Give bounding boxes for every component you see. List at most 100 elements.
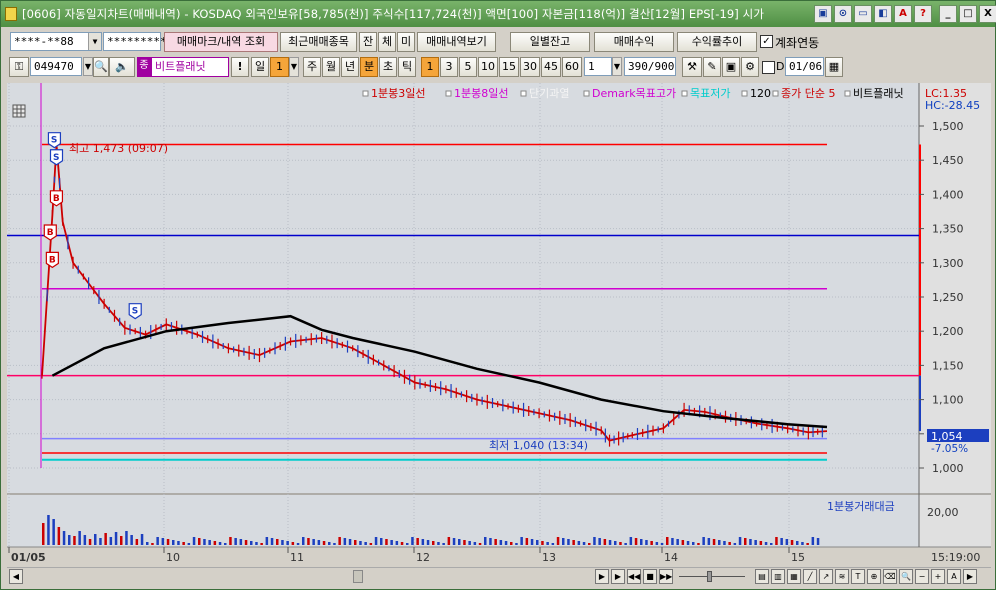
price-chart[interactable]: SSBBBS 1,5001,4501,4001,3501,3001,2501,2… [7, 83, 991, 567]
period-week[interactable]: 주 [303, 57, 321, 77]
window-icon[interactable]: ▭ [854, 5, 872, 23]
interval-30[interactable]: 30 [520, 57, 540, 77]
period-second[interactable]: 초 [379, 57, 397, 77]
search-icon[interactable]: 🔍 [93, 57, 109, 77]
stock-code-dropdown[interactable]: ▼ [83, 57, 93, 76]
speaker-icon[interactable]: 🔈 [109, 57, 135, 77]
line-icon[interactable]: ╱ [803, 569, 817, 584]
unfilled-button[interactable]: 미 [397, 32, 415, 52]
interval-1[interactable]: 1 [421, 57, 439, 77]
magnify-icon[interactable]: 🔍 [899, 569, 913, 584]
grid-toggle-icon[interactable] [12, 104, 26, 118]
interval-60[interactable]: 60 [562, 57, 582, 77]
volume-bar [291, 542, 295, 545]
period-value[interactable]: 1 [270, 57, 289, 77]
font-icon[interactable]: A [894, 5, 912, 23]
volume-bar [88, 539, 92, 545]
chart-panel[interactable]: SSBBBS 1,500 1,450 1,400 1,350 1,300 1,250 1,2… [7, 83, 991, 567]
trend-icon[interactable]: ↗ [819, 569, 833, 584]
period-month[interactable]: 월 [322, 57, 340, 77]
play-icon[interactable]: ▶ [611, 569, 625, 584]
zoom-in-icon[interactable]: + [931, 569, 945, 584]
stock-code-input[interactable]: 049470 [30, 57, 82, 76]
volume-bar [255, 542, 258, 545]
gear-icon[interactable]: ⚙ [741, 57, 759, 77]
help-icon[interactable]: ? [914, 5, 932, 23]
volume-bar [676, 539, 679, 545]
balance-button[interactable]: 잔 [359, 32, 377, 52]
speed-slider-track[interactable] [679, 576, 745, 577]
volume-bar [525, 538, 529, 545]
fib-icon[interactable]: ≋ [835, 569, 849, 584]
volume-bar [551, 543, 555, 545]
period-minute[interactable]: 분 [360, 57, 378, 77]
date-input[interactable]: 01/06 [785, 57, 824, 76]
x-tick-label: 13 [542, 551, 556, 564]
rewind-icon[interactable]: ◀◀ [627, 569, 641, 584]
trade-profit-button[interactable]: 매매수익 [594, 32, 674, 52]
lock-icon[interactable]: ⚿ [9, 57, 29, 77]
trade-mark-query-button[interactable]: 매매마크/내역 조회 [164, 32, 278, 52]
volume-bar [775, 537, 778, 545]
volume-bar [437, 542, 440, 545]
interval-10[interactable]: 10 [478, 57, 498, 77]
volume-bar [78, 531, 81, 545]
compare-icon[interactable]: ▥ [771, 569, 785, 584]
period-year[interactable]: 년 [341, 57, 359, 77]
close-button[interactable]: X [979, 5, 996, 23]
executed-button[interactable]: 체 [378, 32, 396, 52]
trade-mark-label: S [51, 136, 57, 146]
forward-icon[interactable]: ▶▶ [659, 569, 673, 584]
scroll-end-icon[interactable]: ▶ [963, 569, 977, 584]
scroll-thumb[interactable] [353, 570, 363, 583]
eraser-icon[interactable]: ⌫ [883, 569, 897, 584]
volume-bar [52, 519, 55, 545]
stop-icon[interactable]: ■ [643, 569, 657, 584]
password-field[interactable]: ********* [103, 32, 167, 51]
view-count-field[interactable]: 390/900 [624, 57, 676, 76]
profit-trend-button[interactable]: 수익률추이 [677, 32, 757, 52]
interval-15[interactable]: 15 [499, 57, 519, 77]
volume-bar [504, 541, 508, 545]
scroll-right-icon[interactable]: ▶ [595, 569, 609, 584]
speed-slider-thumb[interactable] [707, 571, 712, 582]
chart-type-icon[interactable]: ▤ [755, 569, 769, 584]
account-link-checkbox[interactable]: ✓ [760, 35, 773, 48]
link-icon[interactable]: ⊙ [834, 5, 852, 23]
minimize-button[interactable]: _ [939, 5, 957, 23]
daily-balance-button[interactable]: 일별잔고 [510, 32, 590, 52]
stock-name-field[interactable]: 비트플래닛 [151, 57, 229, 77]
volume-bar [588, 543, 591, 545]
maximize-button[interactable]: □ [959, 5, 977, 23]
scroll-left-icon[interactable]: ◀ [9, 569, 23, 584]
period-dropdown[interactable]: ▼ [289, 57, 299, 77]
zoom-icon[interactable]: ⊕ [867, 569, 881, 584]
recent-trades-button[interactable]: 최근매매종목 [280, 32, 357, 52]
count-dropdown[interactable]: ▼ [612, 57, 622, 76]
count-input[interactable]: 1 [584, 57, 612, 76]
trade-history-button[interactable]: 매매내역보기 [417, 32, 496, 52]
screen-icon[interactable]: ▣ [814, 5, 832, 23]
volume-bar [796, 541, 799, 545]
indicator-icon[interactable]: ▦ [787, 569, 801, 584]
text-tool-icon[interactable]: T [851, 569, 865, 584]
date-checkbox[interactable] [762, 61, 775, 74]
font-size-icon[interactable]: A [947, 569, 961, 584]
chart-scrollbar[interactable]: ◀ ▶ ▶ ◀◀ ■ ▶▶ ▤ ▥ ▦ ╱ ↗ ≋ T ⊕ ⌫ 🔍 − + A … [7, 567, 991, 584]
account-select[interactable]: ****-**88 ▼ [10, 32, 102, 51]
volume-axis-bg [919, 495, 991, 547]
calendar-icon[interactable]: ▦ [825, 57, 843, 77]
chart-style-icon[interactable]: ✎ [703, 57, 721, 77]
chevron-down-icon[interactable]: ▼ [88, 33, 101, 50]
zoom-out-icon[interactable]: − [915, 569, 929, 584]
alert-button[interactable]: ! [231, 57, 249, 77]
split-icon[interactable]: ◧ [874, 5, 892, 23]
save-icon[interactable]: ▣ [722, 57, 740, 77]
volume-bar [629, 537, 633, 545]
period-day-label[interactable]: 일 [251, 57, 269, 77]
interval-5[interactable]: 5 [459, 57, 477, 77]
period-tick[interactable]: 틱 [398, 57, 416, 77]
tools-icon[interactable]: ⚒ [682, 57, 702, 77]
interval-3[interactable]: 3 [440, 57, 458, 77]
interval-45[interactable]: 45 [541, 57, 561, 77]
